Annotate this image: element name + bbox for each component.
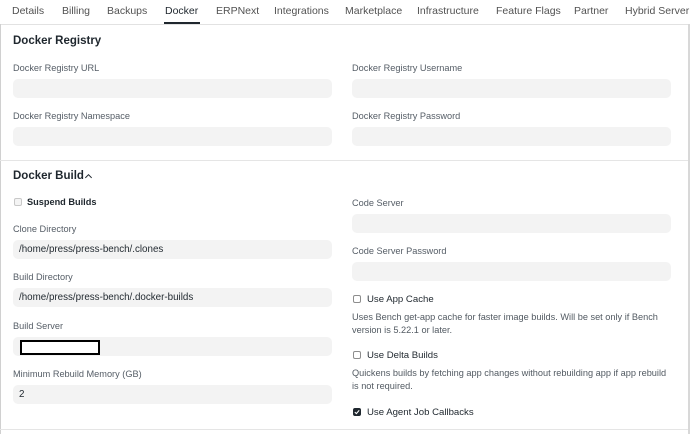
build-directory-field[interactable]: /home/press/press-bench/.docker-builds: [13, 288, 332, 307]
tab-hybrid-server[interactable]: Hybrid Server: [625, 5, 689, 17]
use-delta-builds-label: Use Delta Builds: [367, 350, 438, 361]
use-app-cache-label: Use App Cache: [367, 294, 434, 305]
use-agent-job-callbacks-checkbox[interactable]: [353, 408, 361, 416]
docker-registry-username-label: Docker Registry Username: [352, 63, 463, 73]
tab-integrations[interactable]: Integrations: [274, 5, 329, 17]
docker-registry-password-field[interactable]: [352, 127, 671, 146]
code-server-label: Code Server: [352, 198, 404, 208]
use-app-cache-description: Uses Bench get-app cache for faster imag…: [352, 312, 658, 335]
code-server-password-field[interactable]: [352, 262, 671, 281]
checkmark-icon: [354, 409, 360, 415]
section-title-docker-build: Docker Build: [13, 170, 84, 182]
clone-directory-label: Clone Directory: [13, 224, 77, 234]
chevron-up-icon[interactable]: [84, 172, 93, 181]
section-divider: [0, 160, 688, 161]
tab-bar: Details Billing Backups Docker ERPNext I…: [0, 0, 690, 25]
code-server-field[interactable]: [352, 214, 671, 233]
docker-registry-namespace-field[interactable]: [13, 127, 332, 146]
tab-infrastructure[interactable]: Infrastructure: [417, 5, 479, 17]
redaction-box: [20, 340, 100, 355]
build-directory-label: Build Directory: [13, 272, 73, 282]
suspend-builds-label: Suspend Builds: [27, 197, 97, 207]
use-delta-builds-checkbox[interactable]: [353, 351, 361, 359]
use-agent-job-callbacks-label: Use Agent Job Callbacks: [367, 407, 474, 418]
tab-erpnext[interactable]: ERPNext: [216, 5, 259, 17]
code-server-password-label: Code Server Password: [352, 246, 447, 256]
tab-feature-flags[interactable]: Feature Flags: [496, 5, 561, 17]
build-server-label: Build Server: [13, 321, 64, 331]
left-border: [0, 24, 1, 434]
tab-billing[interactable]: Billing: [62, 5, 90, 17]
section-title-docker-registry: Docker Registry: [13, 35, 102, 47]
active-tab-indicator: [164, 22, 200, 24]
tab-backups[interactable]: Backups: [107, 5, 147, 17]
tab-marketplace[interactable]: Marketplace: [345, 5, 402, 17]
clone-directory-field[interactable]: /home/press/press-bench/.clones: [13, 240, 332, 259]
use-app-cache-checkbox[interactable]: [353, 295, 361, 303]
bottom-divider: [0, 429, 688, 430]
tab-docker[interactable]: Docker: [165, 5, 198, 17]
tab-details[interactable]: Details: [12, 5, 44, 17]
use-delta-builds-description: Quickens builds by fetching app changes …: [352, 368, 667, 391]
docker-registry-password-label: Docker Registry Password: [352, 111, 461, 121]
docker-registry-namespace-label: Docker Registry Namespace: [13, 111, 130, 121]
docker-registry-url-field[interactable]: [13, 79, 332, 98]
min-rebuild-memory-field[interactable]: 2: [13, 385, 332, 404]
docker-registry-username-field[interactable]: [352, 79, 671, 98]
tab-partner[interactable]: Partner: [574, 5, 608, 17]
suspend-builds-checkbox[interactable]: [14, 198, 22, 206]
min-rebuild-memory-label: Minimum Rebuild Memory (GB): [13, 369, 142, 379]
docker-registry-url-label: Docker Registry URL: [13, 63, 100, 73]
